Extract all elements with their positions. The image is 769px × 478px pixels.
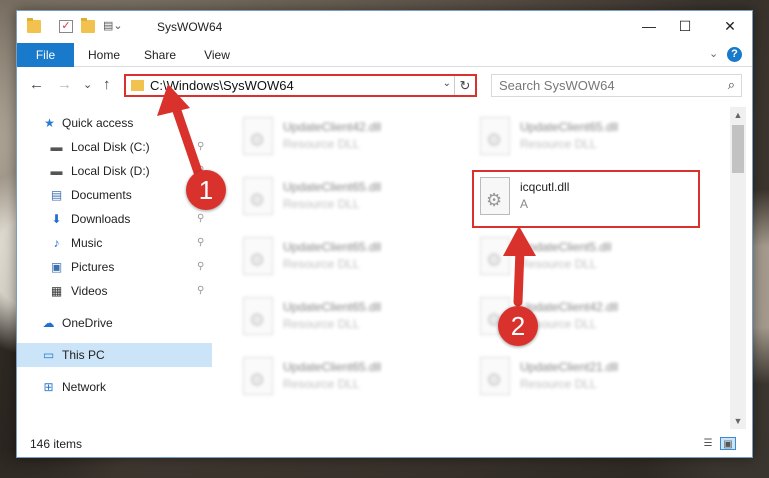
arrow-2-shaft [513,245,525,307]
annotation-arrows [157,84,536,307]
arrow-2-head [503,226,536,256]
step-2-badge: 2 [498,306,538,346]
step-1-badge: 1 [186,170,226,210]
arrow-1-head [157,84,190,116]
arrow-1-shaft [171,103,205,183]
